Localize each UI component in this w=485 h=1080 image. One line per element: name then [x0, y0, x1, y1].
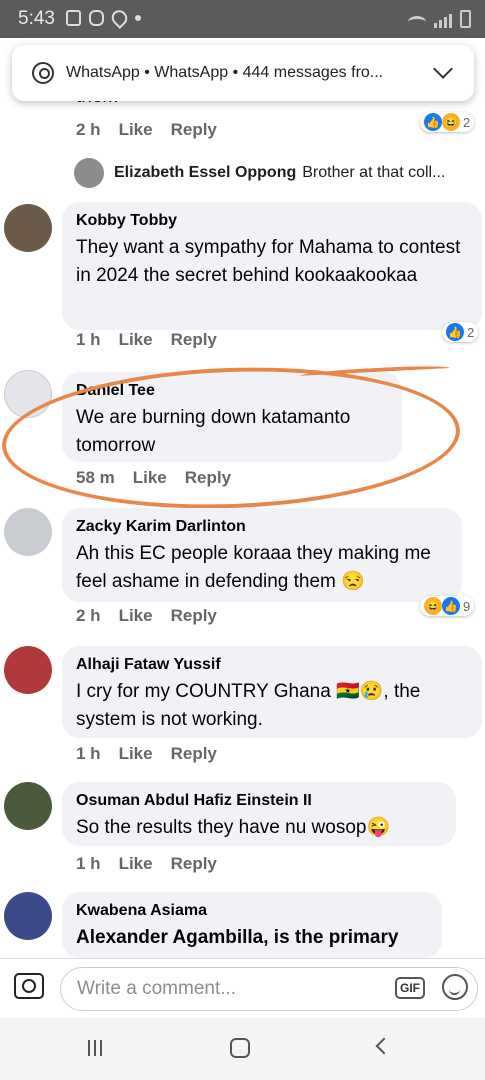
reply-button[interactable]: Reply	[171, 744, 217, 764]
reply-author: Elizabeth Essel Oppong	[114, 164, 297, 181]
back-icon[interactable]	[375, 1037, 393, 1055]
facebook-icon	[66, 10, 81, 26]
avatar[interactable]	[4, 508, 52, 556]
comment-actions: 1 h Like Reply	[76, 854, 217, 874]
dot-icon	[135, 15, 141, 21]
comment-author[interactable]: Kobby Tobby	[76, 212, 468, 230]
reply-button[interactable]: Reply	[171, 606, 217, 626]
chevron-down-icon[interactable]	[433, 59, 453, 79]
emoji-icon[interactable]	[442, 974, 468, 1000]
reply-button[interactable]: Reply	[171, 120, 217, 140]
avatar	[74, 158, 104, 188]
comment-bubble: Kwabena Asiama Alexander Agambilla, is t…	[62, 892, 442, 958]
comment-time: 1 h	[76, 330, 101, 348]
reply-snippet: Brother at that coll...	[302, 164, 446, 181]
comment-actions: 1 h Like Reply	[76, 744, 217, 764]
comment-time: 1 h	[76, 744, 101, 763]
reaction-summary[interactable]: 👍 😆 2	[420, 112, 475, 132]
reaction-count: 9	[463, 598, 471, 614]
reply-button[interactable]: Reply	[171, 330, 217, 348]
comment-author[interactable]: Alhaji Fataw Yussif	[76, 656, 468, 674]
comment-bubble: Alhaji Fataw Yussif I cry for my COUNTRY…	[62, 646, 482, 738]
reaction-count: 2	[463, 114, 471, 130]
navigation-bar	[0, 1018, 485, 1080]
haha-reaction-icon: 😆	[442, 113, 460, 131]
like-reaction-icon: 👍	[424, 113, 442, 131]
reaction-summary[interactable]: 👍 2	[442, 322, 479, 342]
avatar[interactable]	[4, 646, 52, 694]
comment-text: I cry for my COUNTRY Ghana 🇬🇭😢, the syst…	[76, 681, 421, 730]
notification-text: WhatsApp • WhatsApp • 444 messages fro..…	[66, 64, 384, 81]
comment-time: 2 h	[76, 120, 101, 139]
like-reaction-icon: 👍	[446, 323, 464, 341]
comment-author[interactable]: Zacky Karim Darlinton	[76, 518, 448, 536]
like-button[interactable]: Like	[119, 120, 153, 140]
status-bar: 5:43	[0, 0, 485, 38]
instagram-icon	[89, 10, 104, 26]
comment-time: 1 h	[76, 854, 101, 873]
location-icon	[108, 7, 131, 29]
comment-text: They want a sympathy for Mahama to conte…	[76, 237, 461, 286]
comment-author[interactable]: Kwabena Asiama	[76, 902, 428, 920]
comment-bubble: Zacky Karim Darlinton Ah this EC people …	[62, 508, 462, 602]
battery-icon	[460, 10, 471, 28]
home-icon[interactable]	[230, 1038, 250, 1058]
comment-actions: 2 h Like Reply	[76, 606, 217, 626]
haha-reaction-icon: 😆	[424, 597, 442, 615]
gif-icon[interactable]: GIF	[395, 977, 425, 999]
comment-bubble: Osuman Abdul Hafiz Einstein II So the re…	[62, 782, 456, 846]
reply-preview[interactable]: Elizabeth Essel Oppong Brother at that c…	[74, 158, 474, 188]
like-button[interactable]: Like	[119, 744, 153, 764]
reply-button[interactable]: Reply	[171, 854, 217, 874]
comment-actions: 1 h Like Reply	[76, 330, 217, 348]
like-button[interactable]: Like	[119, 606, 153, 626]
whatsapp-icon	[32, 62, 54, 84]
comment-time: 2 h	[76, 606, 101, 625]
reaction-summary[interactable]: 😆 👍 9	[420, 596, 475, 616]
wifi-icon	[408, 16, 426, 28]
comment-composer: Write a comment... GIF	[0, 958, 485, 1018]
camera-icon[interactable]	[14, 973, 44, 999]
signal-icon	[434, 14, 452, 28]
avatar[interactable]	[4, 782, 52, 830]
comment-text: Alexander Agambilla, is the primary	[76, 927, 399, 948]
avatar[interactable]	[4, 204, 52, 252]
comment-bubble: Kobby Tobby They want a sympathy for Mah…	[62, 202, 482, 330]
comment-author[interactable]: Osuman Abdul Hafiz Einstein II	[76, 792, 442, 810]
avatar[interactable]	[4, 892, 52, 940]
like-button[interactable]: Like	[119, 854, 153, 874]
comment-text: Ah this EC people koraaa they making me …	[76, 543, 431, 592]
like-reaction-icon: 👍	[442, 597, 460, 615]
whatsapp-notification[interactable]: WhatsApp • WhatsApp • 444 messages fro..…	[12, 45, 474, 101]
comment-actions: 2 h Like Reply	[76, 120, 217, 140]
status-time: 5:43	[18, 8, 55, 29]
like-button[interactable]: Like	[119, 330, 153, 348]
reaction-count: 2	[467, 324, 475, 340]
recent-apps-icon[interactable]	[88, 1040, 102, 1056]
comment-text: So the results they have nu wosop😜	[76, 817, 391, 838]
